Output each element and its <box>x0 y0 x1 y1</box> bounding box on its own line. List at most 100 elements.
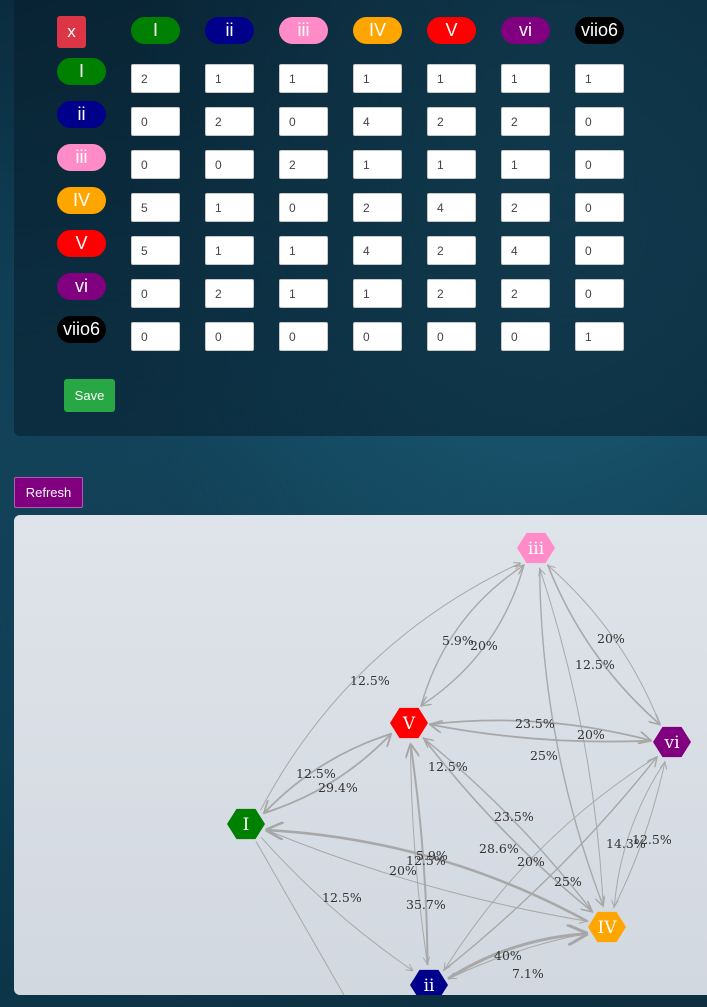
edge-label: 29.4% <box>318 780 358 795</box>
matrix-cell-r1-c3[interactable] <box>279 64 328 93</box>
matrix-cell-r2-c1[interactable] <box>131 107 180 136</box>
node-vi[interactable]: vi <box>653 726 691 758</box>
matrix-cell-r7-c3[interactable] <box>279 322 328 351</box>
matrix-cell-r7-c2[interactable] <box>205 322 254 351</box>
matrix-cell-r2-c5[interactable] <box>427 107 476 136</box>
matrix-cell-r6-c5[interactable] <box>427 279 476 308</box>
matrix-cell-r4-c1[interactable] <box>131 193 180 222</box>
matrix-cell-r5-c1[interactable] <box>131 236 180 265</box>
column-header-6: vi <box>501 17 550 44</box>
node-label: V <box>402 714 416 734</box>
matrix-cell-r2-c3[interactable] <box>279 107 328 136</box>
matrix-cell-r2-c7[interactable] <box>575 107 624 136</box>
edge-I-to-x <box>255 841 345 995</box>
refresh-button[interactable]: Refresh <box>14 477 83 508</box>
matrix-cell-r3-c4[interactable] <box>353 150 402 179</box>
edge-label: 28.6% <box>479 841 519 856</box>
matrix-cell-r4-c5[interactable] <box>427 193 476 222</box>
matrix-cell-r6-c6[interactable] <box>501 279 550 308</box>
matrix-cell-r5-c4[interactable] <box>353 236 402 265</box>
edge-label: 20% <box>470 638 498 653</box>
matrix-cell-r1-c4[interactable] <box>353 64 402 93</box>
node-iii[interactable]: iii <box>517 532 555 564</box>
matrix-cell-r6-c1[interactable] <box>131 279 180 308</box>
graph-canvas[interactable]: 5.9%20% 20%12.5%12.5%23.5%20%25%12.5%29.4… <box>14 515 707 995</box>
row-header-1: I <box>57 58 106 85</box>
edge-label: 20% <box>597 631 625 646</box>
edge-label: 25% <box>554 874 582 889</box>
edge-label: 12.5% <box>296 766 336 781</box>
matrix-cell-r6-c3[interactable] <box>279 279 328 308</box>
node-label: IV <box>598 918 618 938</box>
edge-label: 12.5% <box>575 657 615 672</box>
row-header-3: iii <box>57 144 106 171</box>
row-header-5: V <box>57 230 106 257</box>
matrix-cell-r1-c5[interactable] <box>427 64 476 93</box>
edge-label: 7.1% <box>512 966 544 981</box>
node-label: vi <box>663 733 680 753</box>
node-V[interactable]: V <box>390 707 428 739</box>
row-header-2: ii <box>57 101 106 128</box>
matrix-cell-r4-c2[interactable] <box>205 193 254 222</box>
edge-label: 40% <box>494 948 522 963</box>
matrix-cell-r3-c7[interactable] <box>575 150 624 179</box>
edge-label: 25% <box>530 748 558 763</box>
save-button[interactable]: Save <box>64 379 115 412</box>
matrix-cell-r3-c6[interactable] <box>501 150 550 179</box>
row-header-7: viio6 <box>57 316 106 343</box>
matrix-cell-r5-c7[interactable] <box>575 236 624 265</box>
matrix-cell-r1-c6[interactable] <box>501 64 550 93</box>
matrix-cell-r7-c6[interactable] <box>501 322 550 351</box>
close-button[interactable]: x <box>57 16 86 48</box>
matrix-cell-r2-c4[interactable] <box>353 107 402 136</box>
matrix-cell-r1-c7[interactable] <box>575 64 624 93</box>
matrix-cell-r3-c3[interactable] <box>279 150 328 179</box>
matrix-cell-r4-c7[interactable] <box>575 193 624 222</box>
edge-label: 12.5% <box>350 673 390 688</box>
node-label: ii <box>424 976 435 995</box>
matrix-cell-r5-c5[interactable] <box>427 236 476 265</box>
edge-label: 20% <box>577 727 605 742</box>
column-header-7: viio6 <box>575 17 624 44</box>
node-ii[interactable]: ii <box>410 969 448 995</box>
matrix-cell-r3-c1[interactable] <box>131 150 180 179</box>
node-label: iii <box>528 539 545 559</box>
matrix-cell-r5-c6[interactable] <box>501 236 550 265</box>
row-header-6: vi <box>57 273 106 300</box>
row-header-4: IV <box>57 187 106 214</box>
column-header-2: ii <box>205 17 254 44</box>
node-I[interactable]: I <box>227 808 265 840</box>
node-label: I <box>243 815 250 835</box>
column-header-4: IV <box>353 17 402 44</box>
matrix-cell-r5-c3[interactable] <box>279 236 328 265</box>
edge-label: 35.7% <box>406 897 446 912</box>
matrix-cell-r6-c4[interactable] <box>353 279 402 308</box>
matrix-cell-r6-c7[interactable] <box>575 279 624 308</box>
edge-label: 12.5% <box>322 890 362 905</box>
edge-label: 12.5% <box>428 759 468 774</box>
edge-label: 23.5% <box>515 716 555 731</box>
matrix-cell-r5-c2[interactable] <box>205 236 254 265</box>
edge-label: 20% <box>517 854 545 869</box>
edge-label: 23.5% <box>494 809 534 824</box>
column-header-3: iii <box>279 17 328 44</box>
matrix-cell-r2-c6[interactable] <box>501 107 550 136</box>
column-header-1: I <box>131 17 180 44</box>
matrix-cell-r7-c5[interactable] <box>427 322 476 351</box>
matrix-cell-r7-c1[interactable] <box>131 322 180 351</box>
matrix-cell-r3-c5[interactable] <box>427 150 476 179</box>
matrix-cell-r3-c2[interactable] <box>205 150 254 179</box>
matrix-cell-r1-c1[interactable] <box>131 64 180 93</box>
edge-label: 12.5% <box>632 832 672 847</box>
matrix-cell-r4-c6[interactable] <box>501 193 550 222</box>
edge-label: 20% <box>389 863 417 878</box>
matrix-cell-r6-c2[interactable] <box>205 279 254 308</box>
node-IV[interactable]: IV <box>588 911 626 943</box>
transition-graph[interactable]: 5.9% 20% 20% 12.5% 12.5% 23.5% 20% 25% 12.5% 29.4… <box>14 515 707 995</box>
matrix-cell-r2-c2[interactable] <box>205 107 254 136</box>
matrix-cell-r7-c4[interactable] <box>353 322 402 351</box>
matrix-cell-r1-c2[interactable] <box>205 64 254 93</box>
matrix-cell-r4-c4[interactable] <box>353 193 402 222</box>
matrix-cell-r7-c7[interactable] <box>575 322 624 351</box>
matrix-cell-r4-c3[interactable] <box>279 193 328 222</box>
